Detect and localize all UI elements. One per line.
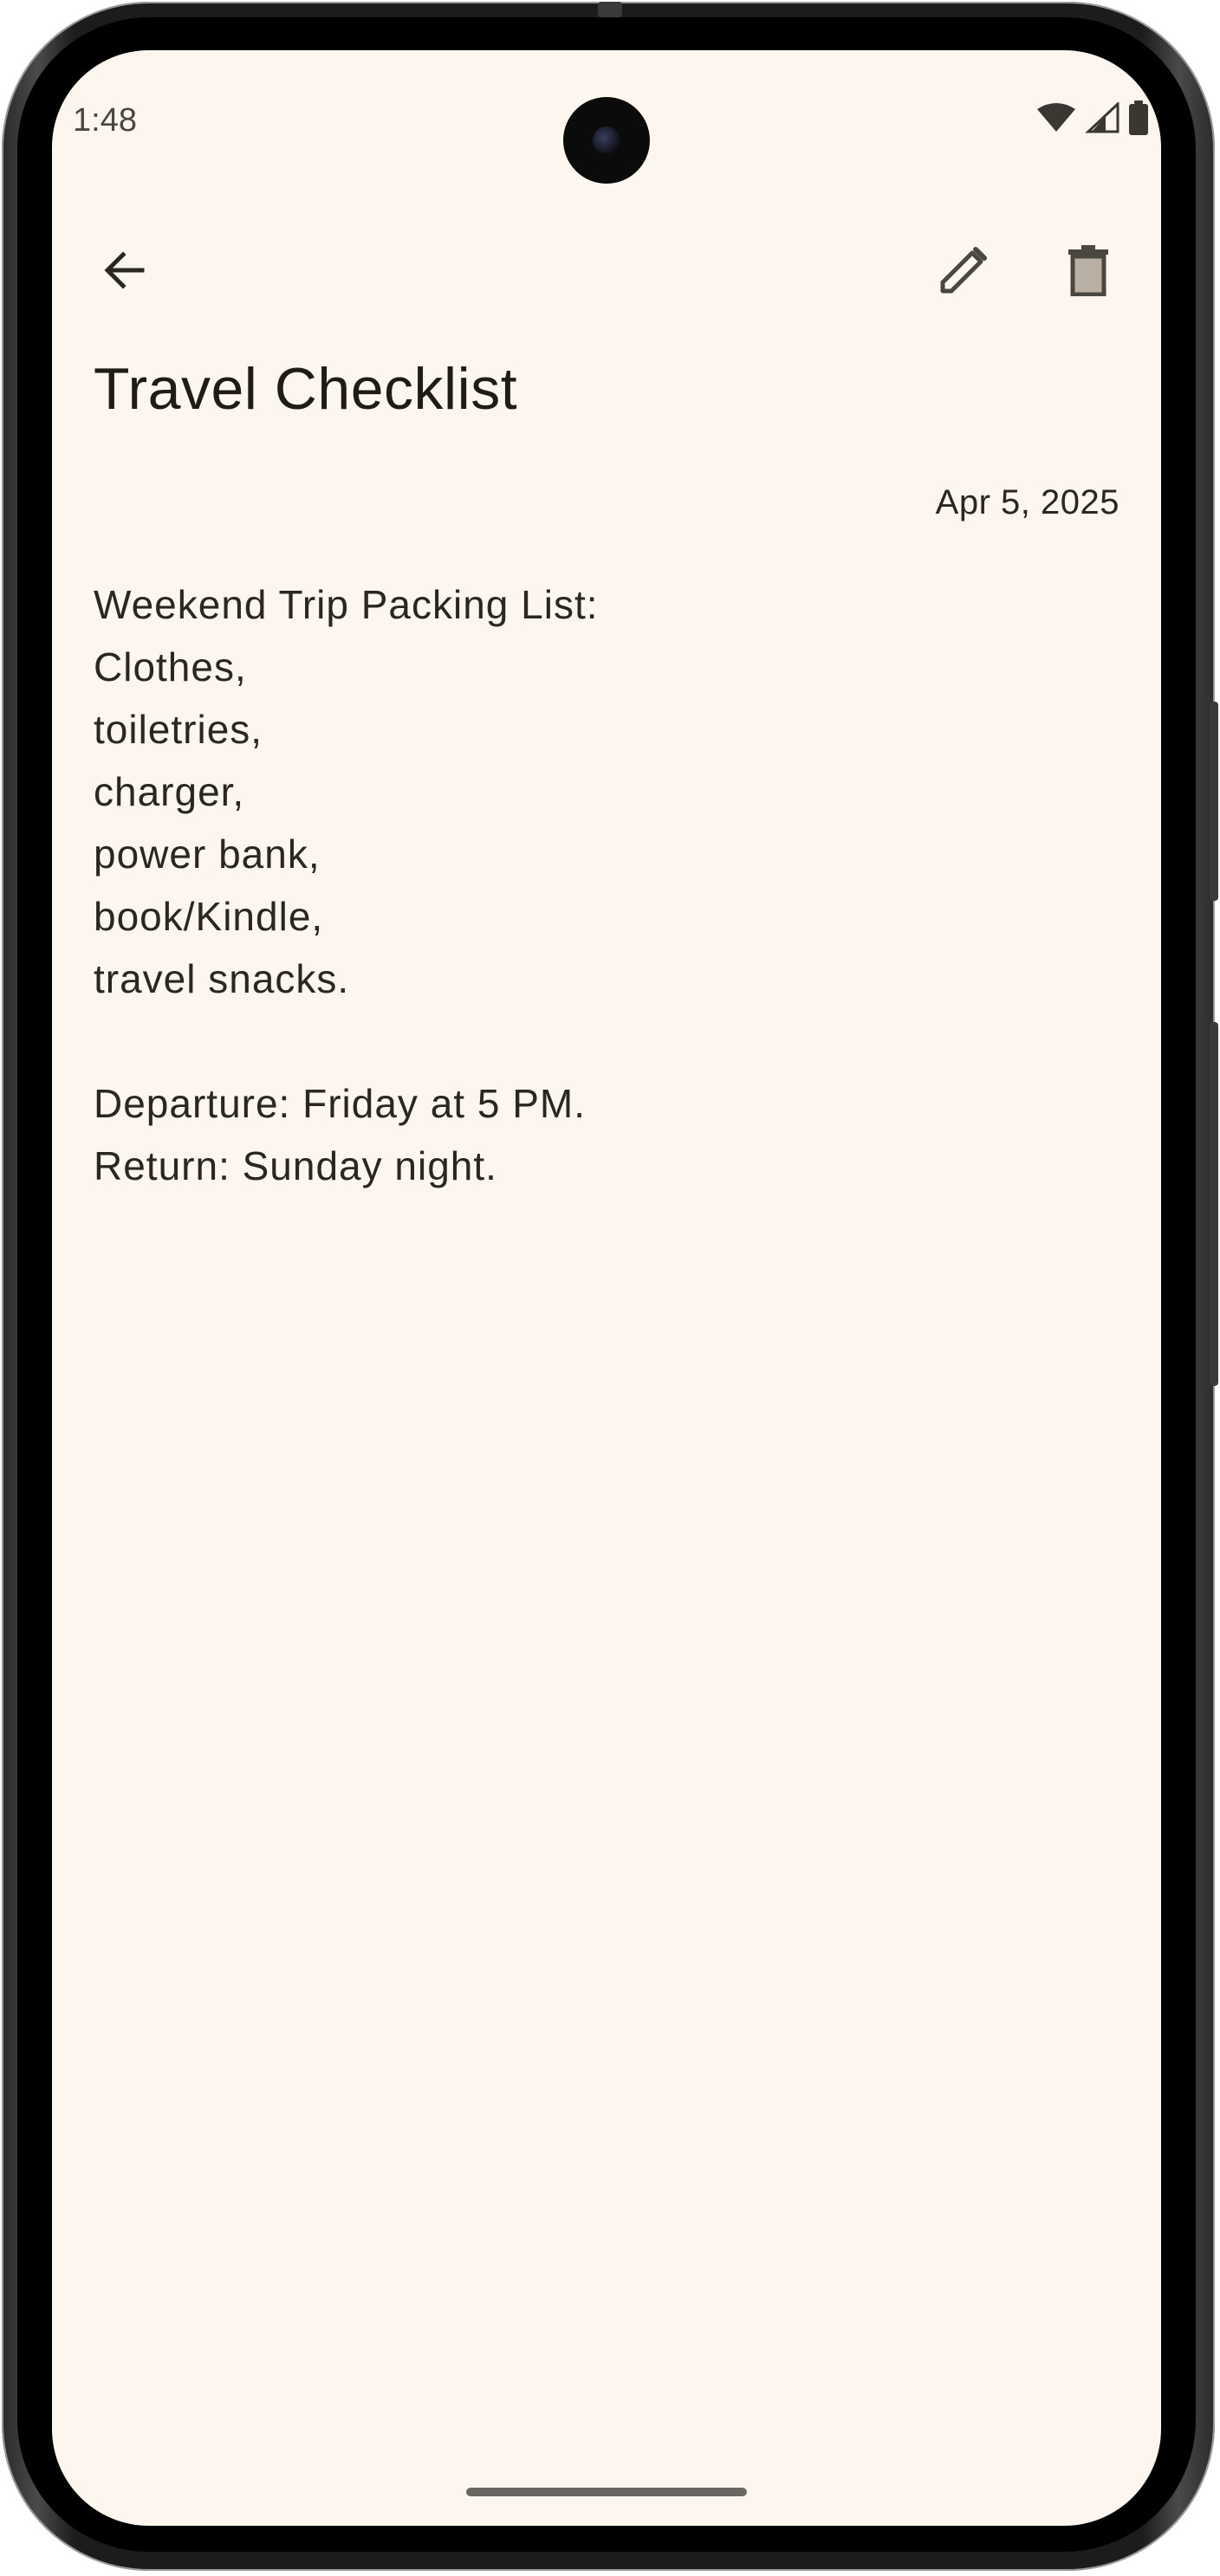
status-time: 1:48	[73, 102, 137, 139]
device-stage: 1:48 Travel Checklist Apr 5, 2025 Weeken…	[0, 0, 1220, 2576]
cell-signal-icon	[1085, 100, 1119, 138]
front-camera	[563, 97, 650, 184]
back-button[interactable]	[83, 230, 166, 314]
note-title: Travel Checklist	[94, 356, 518, 422]
note-body[interactable]: Weekend Trip Packing List: Clothes, toil…	[94, 573, 1090, 1197]
home-indicator[interactable]	[466, 2488, 747, 2496]
power-button	[1210, 702, 1218, 901]
top-notch-bar	[598, 2, 622, 17]
status-icons	[1036, 100, 1149, 139]
camera-lens	[593, 126, 620, 154]
battery-icon	[1128, 100, 1149, 139]
note-date: Apr 5, 2025	[935, 483, 1119, 521]
arrow-back-icon	[101, 246, 149, 299]
edit-button[interactable]	[922, 230, 1005, 314]
pencil-icon	[938, 244, 990, 301]
wifi-icon	[1036, 102, 1076, 138]
delete-button[interactable]	[1047, 230, 1130, 314]
volume-button	[1210, 1022, 1218, 1386]
trash-icon	[1066, 244, 1111, 301]
